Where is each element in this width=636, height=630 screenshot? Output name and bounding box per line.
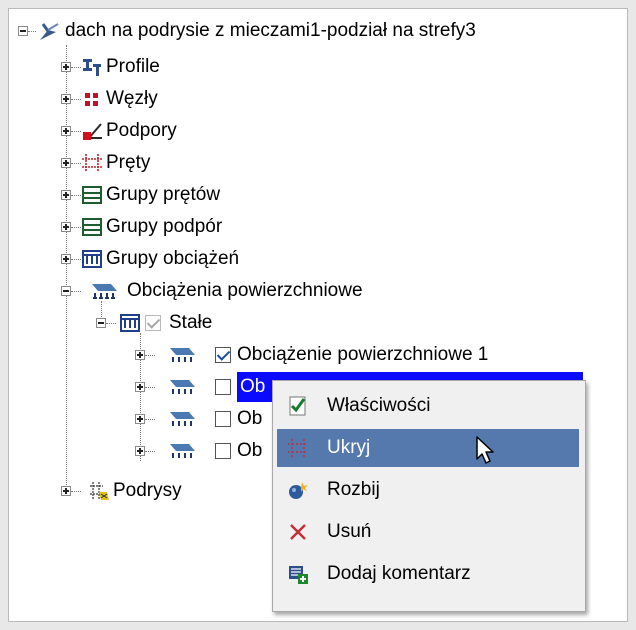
nodes-icon bbox=[81, 88, 103, 110]
profile-icon bbox=[81, 56, 103, 78]
menu-item-label: Właściwości bbox=[327, 395, 431, 416]
tree-item-load-3[interactable]: Ob bbox=[237, 407, 262, 431]
menu-item-properties[interactable]: Właściwości bbox=[277, 387, 579, 425]
tree-item-load-2[interactable]: Ob bbox=[240, 375, 265, 399]
bars-icon bbox=[81, 152, 103, 174]
expand-toggle[interactable] bbox=[135, 350, 145, 360]
explode-icon bbox=[287, 479, 309, 501]
expand-toggle[interactable] bbox=[61, 254, 71, 264]
tree-line bbox=[71, 67, 81, 68]
bar-groups-icon bbox=[81, 184, 103, 206]
properties-icon bbox=[287, 395, 309, 417]
tree-line bbox=[71, 99, 81, 100]
surface-loads-icon bbox=[89, 280, 119, 302]
tree-line bbox=[71, 131, 81, 132]
tree-line bbox=[71, 163, 81, 164]
menu-item-delete[interactable]: Usuń bbox=[277, 513, 579, 551]
expand-toggle[interactable] bbox=[61, 190, 71, 200]
tree-line bbox=[145, 419, 155, 420]
tree-item-surface-loads[interactable]: Obciążenia powierzchniowe bbox=[127, 279, 363, 303]
expand-toggle[interactable] bbox=[61, 222, 71, 232]
hide-icon bbox=[287, 437, 309, 459]
tree-item-subdrawings[interactable]: Podrysy bbox=[113, 479, 182, 503]
load-visibility-checkbox[interactable] bbox=[215, 443, 231, 459]
supports-icon bbox=[81, 120, 103, 142]
menu-item-label: Usuń bbox=[327, 521, 372, 542]
context-menu: Właściwości Ukryj Rozbij Usuń Dodaj kome… bbox=[272, 380, 586, 612]
load-groups-icon bbox=[119, 312, 141, 334]
tree-root-label[interactable]: dach na podrysie z mieczami1-podział na … bbox=[65, 19, 476, 43]
tree-item-load-1[interactable]: Obciążenie powierzchniowe 1 bbox=[237, 343, 488, 367]
tree-line bbox=[145, 355, 155, 356]
collapse-toggle[interactable] bbox=[18, 26, 28, 36]
tree-item-bars[interactable]: Pręty bbox=[106, 151, 150, 175]
load-visibility-checkbox[interactable] bbox=[215, 411, 231, 427]
surface-load-icon bbox=[167, 440, 197, 462]
tree-item-profile[interactable]: Profile bbox=[106, 55, 160, 79]
delete-icon bbox=[287, 521, 309, 543]
tree-line bbox=[71, 195, 81, 196]
add-comment-icon bbox=[287, 563, 309, 585]
structure-icon bbox=[38, 20, 60, 42]
tree-line bbox=[71, 491, 81, 492]
load-groups-icon bbox=[81, 248, 103, 270]
load-visibility-checkbox[interactable] bbox=[215, 379, 231, 395]
menu-item-label: Dodaj komentarz bbox=[327, 563, 471, 584]
load-visibility-checkbox[interactable] bbox=[215, 347, 231, 363]
expand-toggle[interactable] bbox=[61, 486, 71, 496]
collapse-toggle[interactable] bbox=[61, 286, 71, 296]
tree-line bbox=[145, 451, 155, 452]
expand-toggle[interactable] bbox=[61, 158, 71, 168]
menu-item-explode[interactable]: Rozbij bbox=[277, 471, 579, 509]
expand-toggle[interactable] bbox=[61, 94, 71, 104]
expand-toggle[interactable] bbox=[61, 62, 71, 72]
tree-item-load-groups[interactable]: Grupy obciążeń bbox=[106, 247, 239, 271]
tree-item-group-stale[interactable]: Stałe bbox=[169, 311, 212, 335]
tree-line bbox=[106, 323, 116, 324]
group-checkbox[interactable] bbox=[145, 315, 161, 331]
menu-item-label: Rozbij bbox=[327, 479, 380, 500]
expand-toggle[interactable] bbox=[61, 126, 71, 136]
expand-toggle[interactable] bbox=[135, 382, 145, 392]
expand-toggle[interactable] bbox=[135, 446, 145, 456]
tree-line bbox=[28, 31, 36, 32]
surface-load-icon bbox=[167, 344, 197, 366]
surface-load-icon bbox=[167, 376, 197, 398]
menu-item-add-comment[interactable]: Dodaj komentarz bbox=[277, 555, 579, 593]
tree-line bbox=[71, 291, 81, 292]
support-groups-icon bbox=[81, 216, 103, 238]
tree-line bbox=[71, 227, 81, 228]
menu-item-hide[interactable]: Ukryj bbox=[277, 429, 579, 467]
tree-line bbox=[71, 259, 81, 260]
collapse-toggle[interactable] bbox=[96, 318, 106, 328]
mouse-cursor-icon bbox=[475, 435, 497, 467]
tree-item-bar-groups[interactable]: Grupy prętów bbox=[106, 183, 220, 207]
tree-item-nodes[interactable]: Węzły bbox=[106, 87, 158, 111]
tree-item-support-groups[interactable]: Grupy podpór bbox=[106, 215, 222, 239]
tree-line bbox=[66, 45, 67, 491]
tree-item-load-4[interactable]: Ob bbox=[237, 439, 262, 463]
expand-toggle[interactable] bbox=[135, 414, 145, 424]
menu-item-label: Ukryj bbox=[327, 437, 371, 458]
surface-load-icon bbox=[167, 408, 197, 430]
tree-line bbox=[145, 387, 155, 388]
tree-item-supports[interactable]: Podpory bbox=[106, 119, 177, 143]
subdrawings-icon bbox=[89, 480, 111, 502]
